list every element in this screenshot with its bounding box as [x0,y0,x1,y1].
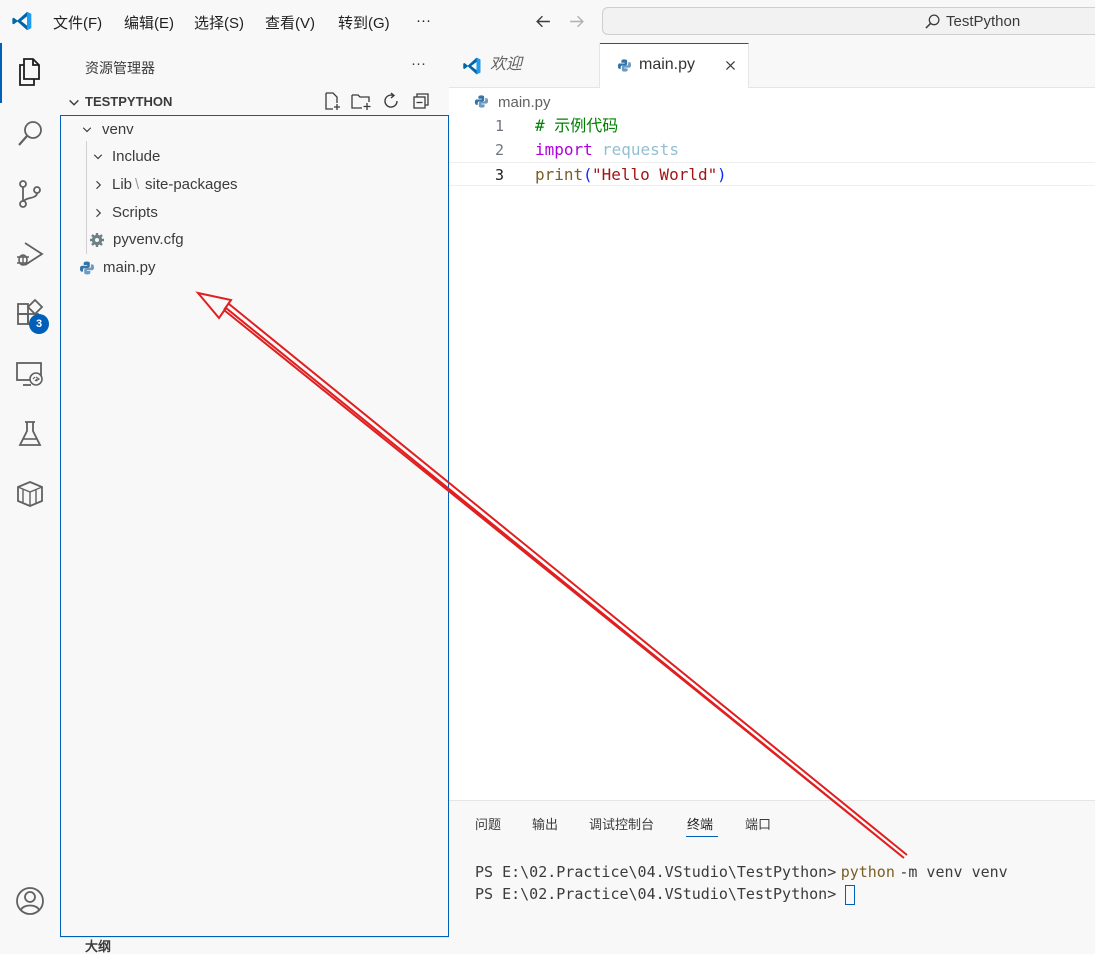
close-icon[interactable] [724,59,737,72]
source-control-icon[interactable] [14,178,46,210]
search-text: TestPython [946,13,1021,30]
bottom-panel: 问题 输出 调试控制台 终端 端口 PS E:\02.Practice\04.V… [449,800,1095,950]
menu-more[interactable]: ··· [416,12,431,29]
python-file-icon [80,261,94,275]
panel-tab-debug-console[interactable]: 调试控制台 [589,814,654,833]
line-number: 3 [494,166,504,184]
gear-icon [90,233,104,247]
tree-item-label: venv [102,121,134,138]
terminal-args: -m venv venv [899,863,1008,881]
outline-section-title[interactable]: 大纲 [85,940,111,954]
terminal-line-2: PS E:\02.Practice\04.VStudio\TestPython> [475,885,855,907]
panel-tab-output[interactable]: 输出 [532,814,558,833]
code-line-3: 3 print ( "Hello World" ) [449,162,1095,186]
tree-item-label: site-packages [145,176,238,193]
chevron-right-icon [96,208,102,218]
tree-item-label: Include [112,148,161,165]
code-comment: # 示例代码 [535,116,619,135]
terminal-prompt: PS E:\02.Practice\04.VStudio\TestPython> [475,863,837,881]
code-module: requests [602,140,680,159]
search-icon[interactable] [14,118,46,150]
terminal[interactable]: PS E:\02.Practice\04.VStudio\TestPython>… [475,863,1085,913]
code-string: "Hello World" [592,165,718,184]
forward-arrow-icon[interactable] [568,13,585,30]
terminal-prompt: PS E:\02.Practice\04.VStudio\TestPython> [475,885,837,904]
code-line-2: 2 import requests [449,138,1095,162]
code-line-1: 1 # 示例代码 [449,114,1095,138]
tree-indent-guide [86,141,87,254]
menu-view[interactable]: 查看(V) [265,12,315,33]
vscode-logo-icon [463,57,481,75]
tab-main-py[interactable]: main.py [600,43,749,88]
run-debug-icon[interactable] [14,238,46,270]
chevron-right-icon [96,180,102,190]
sidebar-title: 资源管理器 [85,60,155,76]
line-number: 1 [494,117,504,135]
refresh-icon[interactable] [381,91,401,111]
file-tree: venv Include Lib \ site-packages Scripts [60,115,449,937]
outline-section[interactable]: 大纲 [60,937,449,954]
chevron-down-icon [82,127,92,133]
sidebar-more-button[interactable]: ··· [411,55,426,72]
code-keyword: import [535,140,593,159]
menu-go[interactable]: 转到(G) [338,12,390,33]
code-paren-close: ) [717,165,727,184]
menu-selection[interactable]: 选择(S) [194,12,244,33]
tree-item-label: Scripts [112,204,158,221]
code-editor[interactable]: 1 # 示例代码 2 import requests 3 print ( "He… [449,114,1095,234]
new-file-icon[interactable] [322,91,342,111]
activity-bar: 3 [0,43,60,949]
collapse-all-icon[interactable] [411,91,431,111]
terminal-cursor [844,885,855,905]
panel-tab-terminal[interactable]: 终端 [687,814,713,833]
menu-edit[interactable]: 编辑(E) [124,12,174,33]
terminal-line-1: PS E:\02.Practice\04.VStudio\TestPython>… [475,863,1008,885]
breadcrumb-file[interactable]: main.py [498,94,551,111]
python-file-icon [474,95,489,108]
command-center-search[interactable]: TestPython [602,7,1095,35]
vscode-logo-icon [12,11,32,31]
workspace-folder-name[interactable]: TESTPYTHON [85,94,172,109]
active-tab-underline [686,836,718,837]
testing-flask-icon[interactable] [14,418,46,450]
extensions-badge: 3 [29,314,49,334]
tree-item-label: Lib [112,176,133,193]
code-function: print [535,165,584,184]
tab-welcome[interactable]: 欢迎 [449,43,600,87]
tree-item-label: pyvenv.cfg [113,231,184,248]
terminal-command: python [840,863,895,881]
tree-item-lib-site-packages[interactable]: Lib \ site-packages [92,174,292,196]
path-separator: \ [135,176,140,193]
title-bar: 文件(F) 编辑(E) 选择(S) 查看(V) 转到(G) ··· TestPy… [0,0,1095,43]
remote-explorer-icon[interactable] [14,358,46,390]
line-number: 2 [494,141,504,159]
explorer-icon[interactable] [14,56,46,88]
tab-label: main.py [639,56,696,73]
chevron-down-icon [93,154,103,160]
back-arrow-icon[interactable] [535,13,552,30]
tree-item-label: main.py [103,259,156,276]
tab-label: 欢迎 [490,56,523,73]
chevron-down-icon[interactable] [67,96,81,110]
python-file-icon [617,59,632,72]
active-indicator [0,43,2,103]
search-icon [925,14,940,29]
editor-tab-bar: 欢迎 main.py [449,43,1095,88]
containers-icon[interactable] [14,478,46,510]
new-folder-icon[interactable] [350,91,372,111]
explorer-sidebar: 资源管理器 ··· TESTPYTHON venv Include Lib \ … [60,43,449,954]
account-icon[interactable] [14,885,46,917]
editor-area: 欢迎 main.py main.py 1 # 示例代码 2 import req… [449,43,1095,800]
menu-file[interactable]: 文件(F) [53,12,102,33]
panel-tab-problems[interactable]: 问题 [475,814,501,833]
panel-tab-ports[interactable]: 端口 [745,814,771,833]
